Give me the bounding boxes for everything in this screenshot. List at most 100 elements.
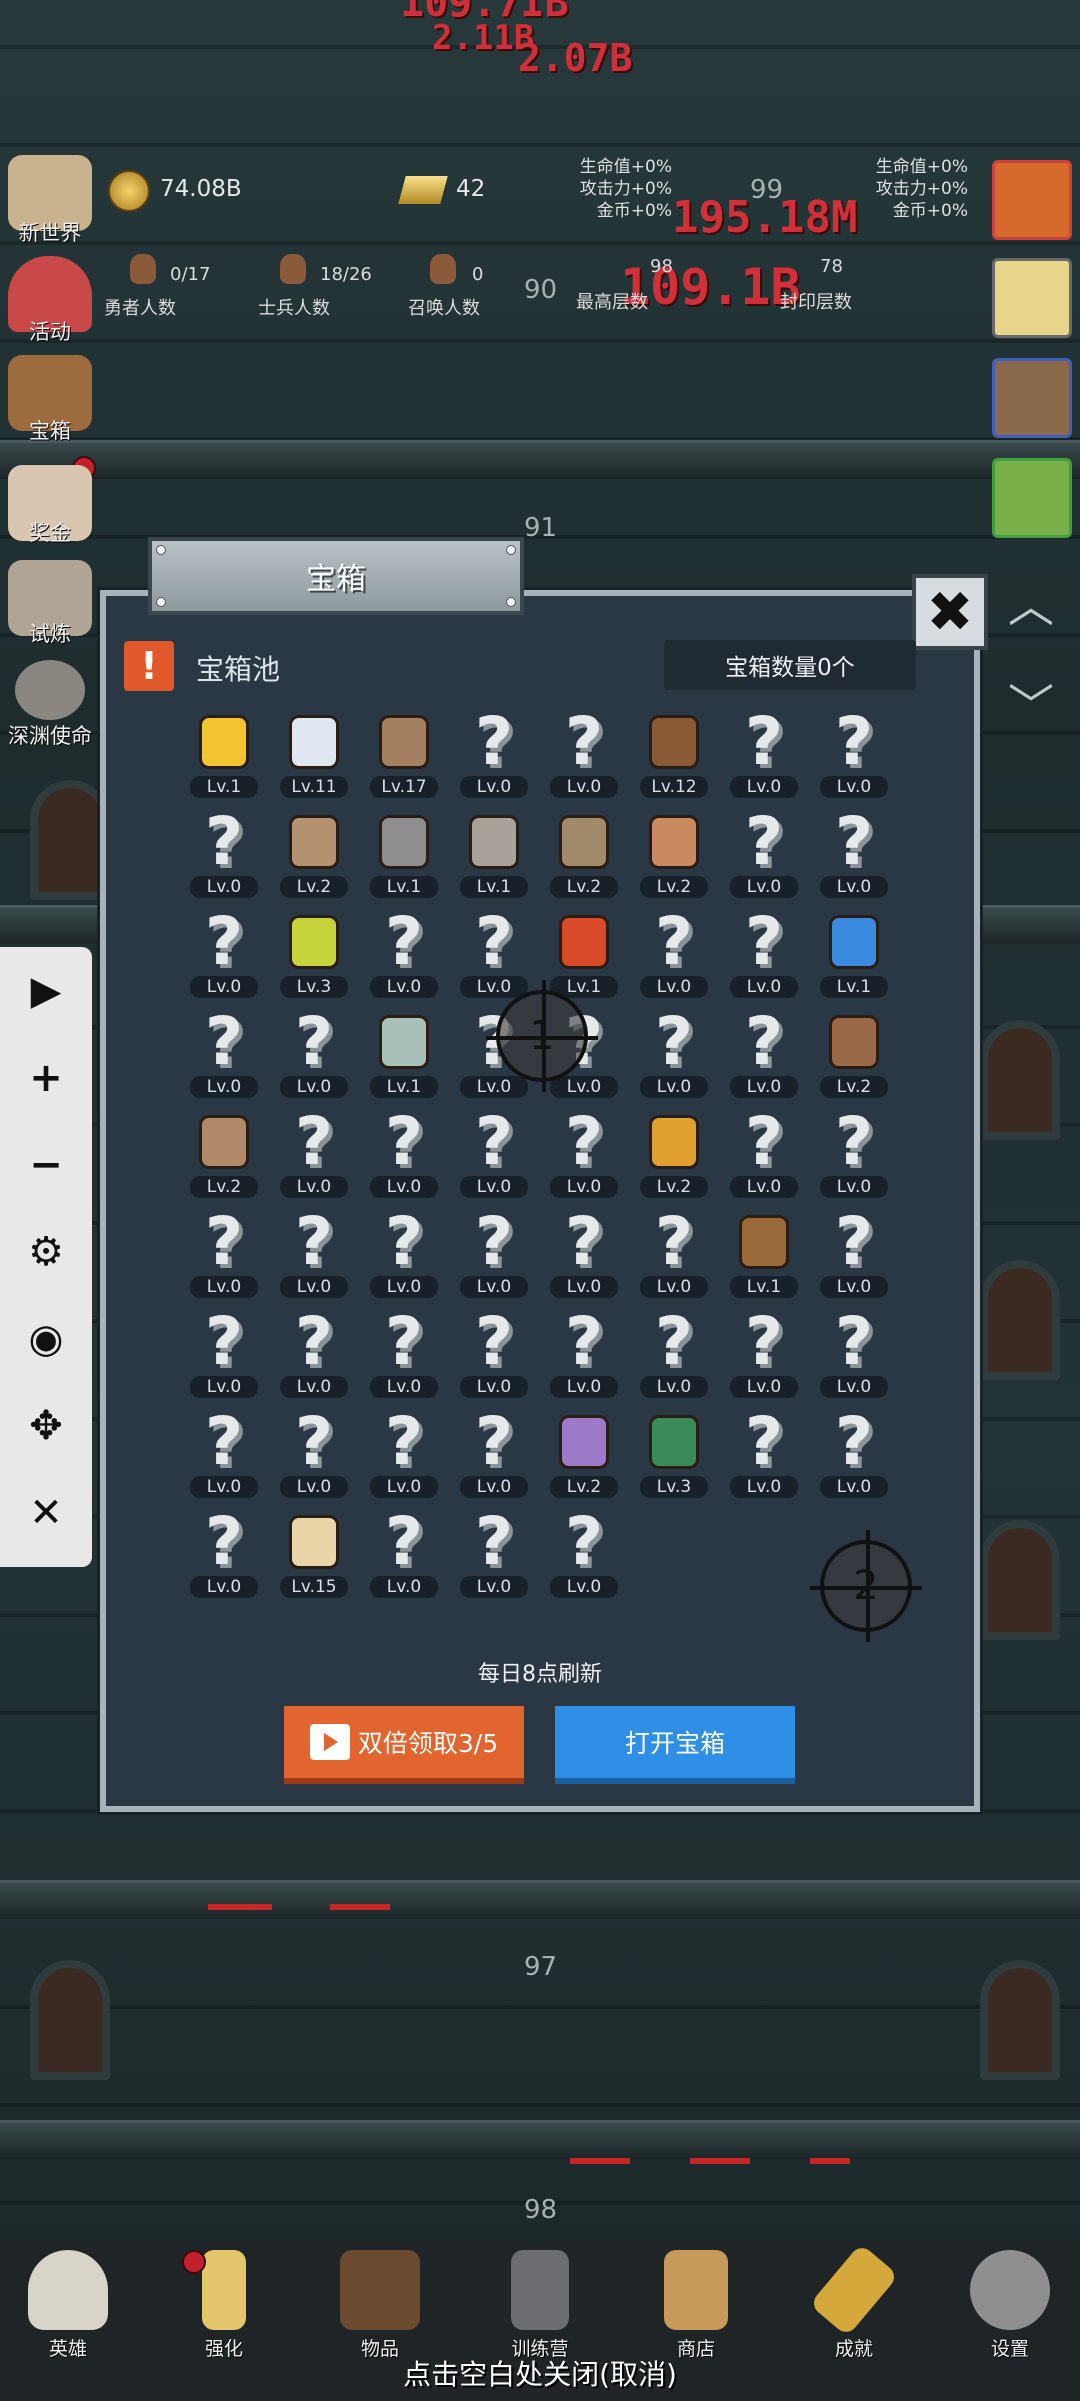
item-slot[interactable]: ?Lv.0: [724, 709, 804, 800]
item-slot[interactable]: ?Lv.0: [724, 809, 804, 900]
item-slot[interactable]: Lv.2: [814, 1010, 894, 1100]
double-claim-button[interactable]: 双倍领取3/5: [284, 1706, 524, 1784]
item-slot[interactable]: ?Lv.0: [814, 709, 894, 800]
item-slot[interactable]: ?Lv.0: [454, 1409, 534, 1500]
slime-item-icon[interactable]: [992, 458, 1072, 538]
item-slot[interactable]: ?Lv.0: [634, 909, 714, 1000]
book-item-icon[interactable]: [992, 358, 1072, 438]
menu-abyss-mission[interactable]: 深渊使命: [0, 660, 100, 748]
item-slot[interactable]: ?Lv.0: [454, 1209, 534, 1300]
item-slot[interactable]: Lv.1: [544, 910, 624, 1000]
item-slot[interactable]: Lv.1: [364, 810, 444, 900]
item-slot[interactable]: ?Lv.0: [364, 1409, 444, 1500]
eye-off-icon[interactable]: ◉: [0, 1295, 92, 1382]
item-slot[interactable]: ?Lv.0: [274, 1109, 354, 1200]
plus-icon[interactable]: +: [0, 1034, 92, 1121]
item-slot[interactable]: ?Lv.0: [634, 1009, 714, 1100]
item-slot[interactable]: Lv.1: [184, 710, 264, 800]
item-slot[interactable]: ?Lv.0: [184, 1209, 264, 1300]
close-hint[interactable]: 点击空白处关闭(取消): [0, 2353, 1080, 2393]
gear-icon[interactable]: ⚙: [0, 1208, 92, 1295]
item-slot[interactable]: ?Lv.0: [544, 1109, 624, 1200]
menu-trial[interactable]: 试炼: [0, 560, 100, 646]
item-slot[interactable]: ?Lv.0: [454, 709, 534, 800]
item-slot[interactable]: ?Lv.0: [724, 1009, 804, 1100]
item-slot[interactable]: ?Lv.0: [364, 1209, 444, 1300]
item-slot[interactable]: Lv.2: [544, 1410, 624, 1500]
item-slot[interactable]: ?Lv.0: [274, 1409, 354, 1500]
item-slot[interactable]: ?Lv.0: [544, 1309, 624, 1400]
nav-items[interactable]: 物品: [330, 2250, 430, 2360]
item-slot[interactable]: Lv.1: [724, 1210, 804, 1300]
item-slot[interactable]: Lv.17: [364, 710, 444, 800]
item-slot[interactable]: ?Lv.0: [184, 1009, 264, 1100]
item-slot[interactable]: ?Lv.0: [544, 709, 624, 800]
item-slot[interactable]: ?Lv.0: [454, 1509, 534, 1600]
close-icon[interactable]: ✕: [0, 1469, 92, 1556]
item-slot[interactable]: ?Lv.0: [814, 809, 894, 900]
dialog-close-button[interactable]: ✖: [912, 574, 988, 650]
item-slot[interactable]: ?Lv.0: [544, 1509, 624, 1600]
item-slot[interactable]: ?Lv.0: [544, 1209, 624, 1300]
item-slot[interactable]: ?Lv.0: [184, 1309, 264, 1400]
item-slot[interactable]: ?Lv.0: [364, 1109, 444, 1200]
item-slot[interactable]: ?Lv.0: [724, 1309, 804, 1400]
nav-shop[interactable]: 商店: [646, 2250, 746, 2360]
item-slot[interactable]: ?Lv.0: [634, 1209, 714, 1300]
item-slot[interactable]: ?Lv.0: [184, 909, 264, 1000]
menu-bonus[interactable]: 奖金: [0, 465, 100, 545]
crosshair-marker[interactable]: 1: [486, 980, 598, 1092]
item-slot[interactable]: ?Lv.0: [454, 1109, 534, 1200]
item-slot[interactable]: ?Lv.0: [724, 1409, 804, 1500]
item-slot[interactable]: ?Lv.0: [724, 1109, 804, 1200]
warning-icon[interactable]: !: [124, 641, 174, 691]
item-slot[interactable]: Lv.1: [814, 910, 894, 1000]
minus-icon[interactable]: −: [0, 1121, 92, 1208]
item-slot[interactable]: ?Lv.0: [274, 1009, 354, 1100]
item-slot[interactable]: ?Lv.0: [364, 1509, 444, 1600]
candle-item-icon[interactable]: [992, 258, 1072, 338]
item-slot[interactable]: Lv.3: [274, 910, 354, 1000]
move-icon[interactable]: ✥: [0, 1382, 92, 1469]
item-slot[interactable]: Lv.2: [184, 1110, 264, 1200]
menu-treasure-chest[interactable]: 宝箱: [0, 355, 100, 443]
item-slot[interactable]: ?Lv.0: [274, 1209, 354, 1300]
item-slot[interactable]: ?Lv.0: [814, 1109, 894, 1200]
scroll-down-icon[interactable]: ﹀: [992, 670, 1070, 733]
nav-hero[interactable]: 英雄: [18, 2250, 118, 2360]
item-slot[interactable]: ?Lv.0: [274, 1309, 354, 1400]
item-slot[interactable]: ?Lv.0: [634, 1309, 714, 1400]
item-slot[interactable]: ?Lv.0: [184, 1509, 264, 1600]
pumpkin-item-icon[interactable]: [992, 160, 1072, 240]
item-slot[interactable]: ?Lv.0: [814, 1309, 894, 1400]
nav-training[interactable]: 训练营: [490, 2250, 590, 2360]
item-slot[interactable]: ?Lv.0: [184, 809, 264, 900]
item-slot[interactable]: Lv.2: [544, 810, 624, 900]
item-slot[interactable]: ?Lv.0: [814, 1409, 894, 1500]
item-slot[interactable]: Lv.1: [364, 1010, 444, 1100]
item-slot[interactable]: Lv.1: [454, 810, 534, 900]
item-slot[interactable]: ?Lv.0: [454, 909, 534, 1000]
open-chest-button[interactable]: 打开宝箱: [555, 1706, 795, 1784]
item-slot[interactable]: Lv.11: [274, 710, 354, 800]
item-slot[interactable]: ?Lv.0: [364, 1309, 444, 1400]
item-slot[interactable]: Lv.2: [634, 810, 714, 900]
item-slot[interactable]: ?Lv.0: [814, 1209, 894, 1300]
menu-activity[interactable]: 活动: [0, 256, 100, 344]
item-slot[interactable]: ?Lv.0: [454, 1309, 534, 1400]
rivet: [506, 597, 516, 607]
scroll-up-icon[interactable]: ︿: [992, 570, 1070, 633]
item-slot[interactable]: Lv.2: [274, 810, 354, 900]
menu-new-world[interactable]: 新世界: [0, 155, 100, 245]
item-slot[interactable]: ?Lv.0: [364, 909, 444, 1000]
play-icon[interactable]: ▶: [0, 947, 92, 1034]
crosshair-marker[interactable]: 2: [810, 1530, 922, 1642]
nav-settings[interactable]: 设置: [960, 2250, 1060, 2360]
item-slot[interactable]: ?Lv.0: [184, 1409, 264, 1500]
nav-achievement[interactable]: 成就: [804, 2243, 904, 2360]
item-slot[interactable]: Lv.15: [274, 1510, 354, 1600]
item-slot[interactable]: ?Lv.0: [724, 909, 804, 1000]
item-slot[interactable]: Lv.12: [634, 710, 714, 800]
item-slot[interactable]: Lv.3: [634, 1410, 714, 1500]
item-slot[interactable]: Lv.2: [634, 1110, 714, 1200]
